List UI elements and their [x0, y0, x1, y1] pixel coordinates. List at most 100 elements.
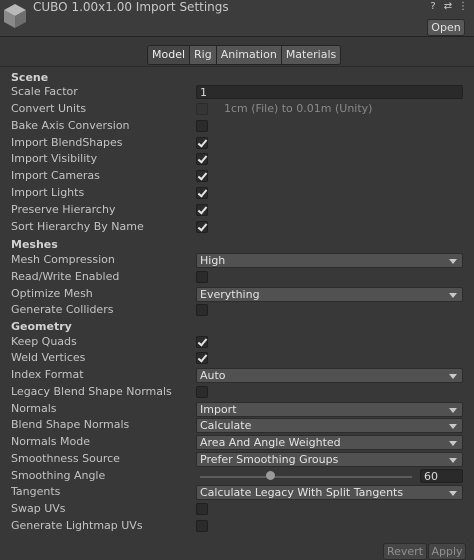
blend-shape-normals-value: Calculate [200, 419, 252, 432]
index-format-label: Index Format [11, 368, 84, 381]
inspector-title: CUBO 1.00x1.00 Import Settings [33, 0, 229, 14]
scale-factor-label: Scale Factor [11, 85, 78, 98]
optimize-mesh-row: Optimize Mesh Everything [0, 286, 474, 303]
header-icons: ? ⇄ ⋮ [428, 1, 468, 12]
optimize-mesh-label: Optimize Mesh [11, 287, 93, 300]
sort-hierarchy-checkbox[interactable] [196, 221, 208, 233]
index-format-dropdown[interactable]: Auto [196, 368, 463, 383]
check-icon [197, 204, 208, 215]
revert-button[interactable]: Revert [383, 543, 427, 560]
swap-uvs-row: Swap UVs [0, 501, 474, 518]
optimize-mesh-dropdown[interactable]: Everything [196, 287, 463, 302]
import-visibility-checkbox[interactable] [196, 153, 208, 165]
preserve-hierarchy-checkbox[interactable] [196, 204, 208, 216]
smoothness-source-label: Smoothness Source [11, 452, 120, 465]
smoothness-source-dropdown[interactable]: Prefer Smoothing Groups [196, 452, 463, 467]
swap-uvs-label: Swap UVs [11, 502, 66, 515]
bake-axis-row: Bake Axis Conversion [0, 118, 474, 135]
check-icon [197, 221, 208, 232]
smoothness-source-value: Prefer Smoothing Groups [200, 453, 339, 466]
convert-units-checkbox[interactable] [196, 103, 208, 115]
lightmap-uvs-row: Generate Lightmap UVs [0, 518, 474, 535]
preserve-hierarchy-row: Preserve Hierarchy [0, 202, 474, 219]
chevron-down-icon [449, 491, 457, 496]
tab-animation[interactable]: Animation [216, 46, 282, 64]
normals-mode-dropdown[interactable]: Area And Angle Weighted [196, 435, 463, 450]
normals-value: Import [200, 403, 237, 416]
chevron-down-icon [449, 408, 457, 413]
inspector-header: CUBO 1.00x1.00 Import Settings ? ⇄ ⋮ Ope… [0, 0, 474, 37]
check-icon [197, 352, 208, 363]
tangents-label: Tangents [11, 485, 61, 498]
import-lights-label: Import Lights [11, 186, 85, 199]
convert-units-note: 1cm (File) to 0.01m (Unity) [224, 102, 373, 115]
mesh-compression-label: Mesh Compression [11, 253, 115, 266]
blend-shape-normals-dropdown[interactable]: Calculate [196, 418, 463, 433]
smoothness-source-row: Smoothness Source Prefer Smoothing Group… [0, 451, 474, 468]
blend-shape-normals-label: Blend Shape Normals [11, 418, 130, 431]
chevron-down-icon [449, 293, 457, 298]
normals-mode-label: Normals Mode [11, 435, 90, 448]
legacy-blend-checkbox[interactable] [196, 386, 208, 398]
keep-quads-checkbox[interactable] [196, 336, 208, 348]
bake-axis-checkbox[interactable] [196, 120, 208, 132]
preserve-hierarchy-label: Preserve Hierarchy [11, 203, 116, 216]
normals-dropdown[interactable]: Import [196, 402, 463, 417]
import-blendshapes-checkbox[interactable] [196, 137, 208, 149]
normals-mode-row: Normals Mode Area And Angle Weighted [0, 434, 474, 451]
check-icon [197, 137, 208, 148]
check-icon [197, 170, 208, 181]
smoothing-angle-label: Smoothing Angle [11, 469, 106, 482]
inspector-footer: Revert Apply [0, 541, 474, 560]
check-icon [197, 336, 208, 347]
scale-factor-input[interactable]: 1 [196, 85, 463, 99]
normals-mode-value: Area And Angle Weighted [200, 436, 341, 449]
smoothing-angle-input[interactable]: 60 [420, 469, 463, 483]
tangents-row: Tangents Calculate Legacy With Split Tan… [0, 484, 474, 501]
check-icon [197, 187, 208, 198]
model-asset-icon [4, 4, 26, 28]
normals-row: Normals Import [0, 401, 474, 418]
section-geometry-heading: Geometry [11, 320, 72, 333]
preset-icon[interactable]: ⇄ [443, 1, 453, 12]
import-lights-checkbox[interactable] [196, 187, 208, 199]
lightmap-uvs-checkbox[interactable] [196, 520, 208, 532]
index-format-row: Index Format Auto [0, 367, 474, 384]
swap-uvs-checkbox[interactable] [196, 503, 208, 515]
read-write-label: Read/Write Enabled [11, 270, 120, 283]
tangents-value: Calculate Legacy With Split Tangents [200, 486, 404, 499]
tangents-dropdown[interactable]: Calculate Legacy With Split Tangents [196, 485, 463, 500]
read-write-checkbox[interactable] [196, 271, 208, 283]
apply-button[interactable]: Apply [428, 543, 466, 560]
weld-vertices-checkbox[interactable] [196, 352, 208, 364]
mesh-compression-dropdown[interactable]: High [196, 253, 463, 268]
blend-shape-normals-row: Blend Shape Normals Calculate [0, 417, 474, 434]
tab-rig[interactable]: Rig [190, 46, 217, 64]
smoothing-angle-slider-handle[interactable] [266, 471, 276, 480]
overflow-menu-icon[interactable]: ⋮ [458, 1, 468, 12]
keep-quads-row: Keep Quads [0, 334, 474, 351]
generate-colliders-checkbox[interactable] [196, 304, 208, 316]
mesh-compression-row: Mesh Compression High [0, 252, 474, 269]
import-blendshapes-label: Import BlendShapes [11, 136, 123, 149]
convert-units-row: Convert Units 1cm (File) to 0.01m (Unity… [0, 101, 474, 118]
smoothing-angle-slider-track[interactable] [200, 476, 412, 478]
index-format-value: Auto [200, 369, 226, 382]
import-tabs: Model Rig Animation Materials [147, 45, 342, 65]
import-blendshapes-row: Import BlendShapes [0, 135, 474, 152]
import-cameras-label: Import Cameras [11, 169, 100, 182]
legacy-blend-label: Legacy Blend Shape Normals [11, 385, 172, 398]
tabs-divider [0, 66, 474, 67]
import-visibility-label: Import Visibility [11, 152, 98, 165]
bake-axis-label: Bake Axis Conversion [11, 119, 130, 132]
sort-hierarchy-row: Sort Hierarchy By Name [0, 219, 474, 236]
tab-model[interactable]: Model [148, 46, 191, 64]
tab-materials[interactable]: Materials [281, 46, 341, 64]
help-icon[interactable]: ? [428, 1, 438, 12]
weld-vertices-row: Weld Vertices [0, 350, 474, 367]
import-cameras-checkbox[interactable] [196, 170, 208, 182]
open-button[interactable]: Open [427, 19, 465, 36]
import-cameras-row: Import Cameras [0, 168, 474, 185]
read-write-row: Read/Write Enabled [0, 269, 474, 286]
weld-vertices-label: Weld Vertices [11, 351, 86, 364]
